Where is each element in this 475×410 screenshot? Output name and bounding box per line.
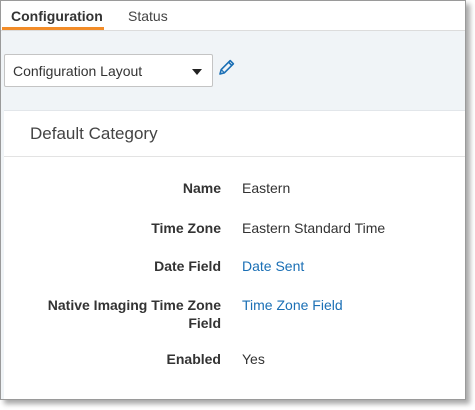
tab-bar: Configuration Status (1, 1, 465, 31)
category-card: Default Category Name Eastern Time Zone … (4, 110, 465, 399)
field-value-name: Eastern (242, 180, 291, 196)
tab-configuration[interactable]: Configuration (11, 8, 103, 24)
field-label-date-field: Date Field (154, 258, 221, 274)
field-label-native-imaging-time-zone: Native Imaging Time Zone Field (47, 297, 221, 331)
field-value-date-field-link[interactable]: Date Sent (242, 257, 304, 275)
caret-down-icon (192, 69, 202, 75)
card-divider (4, 156, 465, 157)
layout-toolbar: Configuration Layout (1, 32, 465, 110)
field-label-name: Name (182, 180, 221, 196)
field-value-time-zone-field-link[interactable]: Time Zone Field (242, 296, 343, 314)
tab-status[interactable]: Status (128, 8, 168, 24)
layout-dropdown[interactable]: Configuration Layout (4, 54, 213, 87)
pencil-icon[interactable] (217, 57, 237, 77)
category-title: Default Category (30, 124, 158, 143)
active-tab-indicator (2, 27, 104, 30)
field-label-time-zone: Time Zone (151, 220, 221, 236)
field-value-time-zone: Eastern Standard Time (242, 220, 386, 236)
field-value-enabled: Yes (242, 351, 265, 367)
field-label-enabled: Enabled (166, 351, 221, 367)
window-frame: Configuration Status Configuration Layou… (0, 0, 466, 400)
layout-dropdown-value: Configuration Layout (13, 63, 143, 79)
